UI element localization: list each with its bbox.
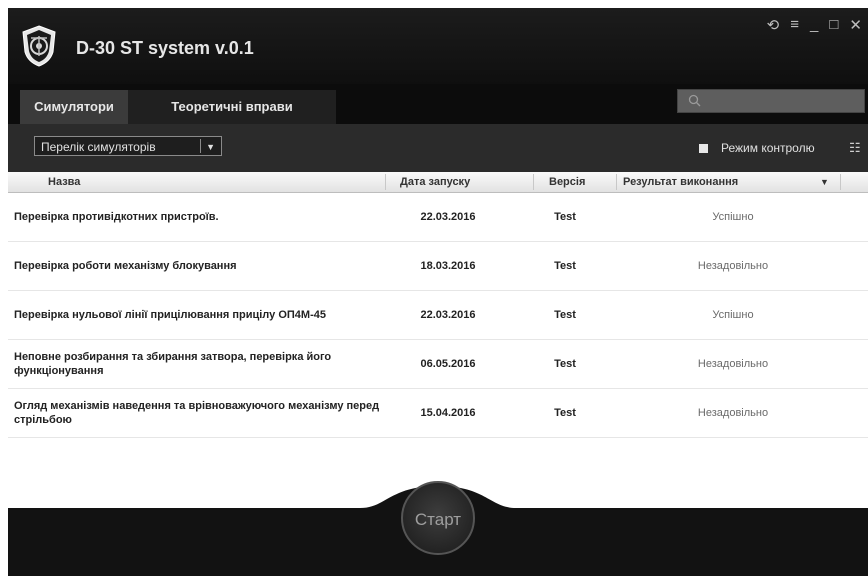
bottom-panel: Старт <box>8 478 868 576</box>
start-button[interactable]: Старт <box>401 481 475 555</box>
title-bar: D-30 ST system v.0.1 ⟲ ≡ _ □ ✕ <box>8 8 868 84</box>
simulators-list-dropdown[interactable]: Перелік симуляторів ▼ <box>34 136 222 156</box>
table-row[interactable]: Перевірка противідкотних пристроїв. 22.0… <box>8 193 868 242</box>
app-window: D-30 ST system v.0.1 ⟲ ≡ _ □ ✕ Симулятор… <box>8 8 868 576</box>
table-header: Назва Дата запуску Версія Результат вико… <box>8 172 868 193</box>
menu-icon[interactable]: ≡ <box>790 16 799 34</box>
emblem-logo-icon <box>22 25 56 67</box>
table-row[interactable]: Неповне розбирання та збирання затвора, … <box>8 340 868 389</box>
refresh-icon[interactable]: ⟲ <box>767 16 780 34</box>
control-mode-label: Режим контролю <box>721 141 815 155</box>
chevron-down-icon[interactable]: ▼ <box>820 172 829 192</box>
tab-theory-exercises[interactable]: Теоретичні вправи <box>128 90 336 124</box>
chevron-down-icon: ▼ <box>206 142 215 152</box>
list-view-icon[interactable]: ☷ <box>849 140 861 156</box>
column-header-date[interactable]: Дата запуску <box>400 172 470 192</box>
app-title: D-30 ST system v.0.1 <box>76 38 254 58</box>
column-header-name[interactable]: Назва <box>48 172 80 192</box>
minimize-icon[interactable]: _ <box>810 16 818 34</box>
search-input[interactable] <box>677 89 865 113</box>
column-header-version[interactable]: Версія <box>549 172 585 192</box>
table-row[interactable]: Перевірка нульової лінії прицілювання пр… <box>8 291 868 340</box>
control-mode-checkbox[interactable] <box>699 144 708 153</box>
column-header-result[interactable]: Результат виконання <box>623 172 738 192</box>
results-table: Назва Дата запуску Версія Результат вико… <box>8 172 868 508</box>
table-row[interactable]: Огляд механізмів наведення та врівноважу… <box>8 389 868 438</box>
close-icon[interactable]: ✕ <box>849 16 862 34</box>
maximize-icon[interactable]: □ <box>829 16 838 34</box>
search-icon <box>688 94 701 107</box>
dropdown-value: Перелік симуляторів <box>41 140 156 154</box>
toolbar: Перелік симуляторів ▼ Режим контролю ☷ <box>8 124 868 172</box>
table-row[interactable]: Перевірка роботи механізму блокування 18… <box>8 242 868 291</box>
tab-simulators[interactable]: Симулятори <box>20 90 128 124</box>
window-controls: ⟲ ≡ _ □ ✕ <box>767 16 862 34</box>
